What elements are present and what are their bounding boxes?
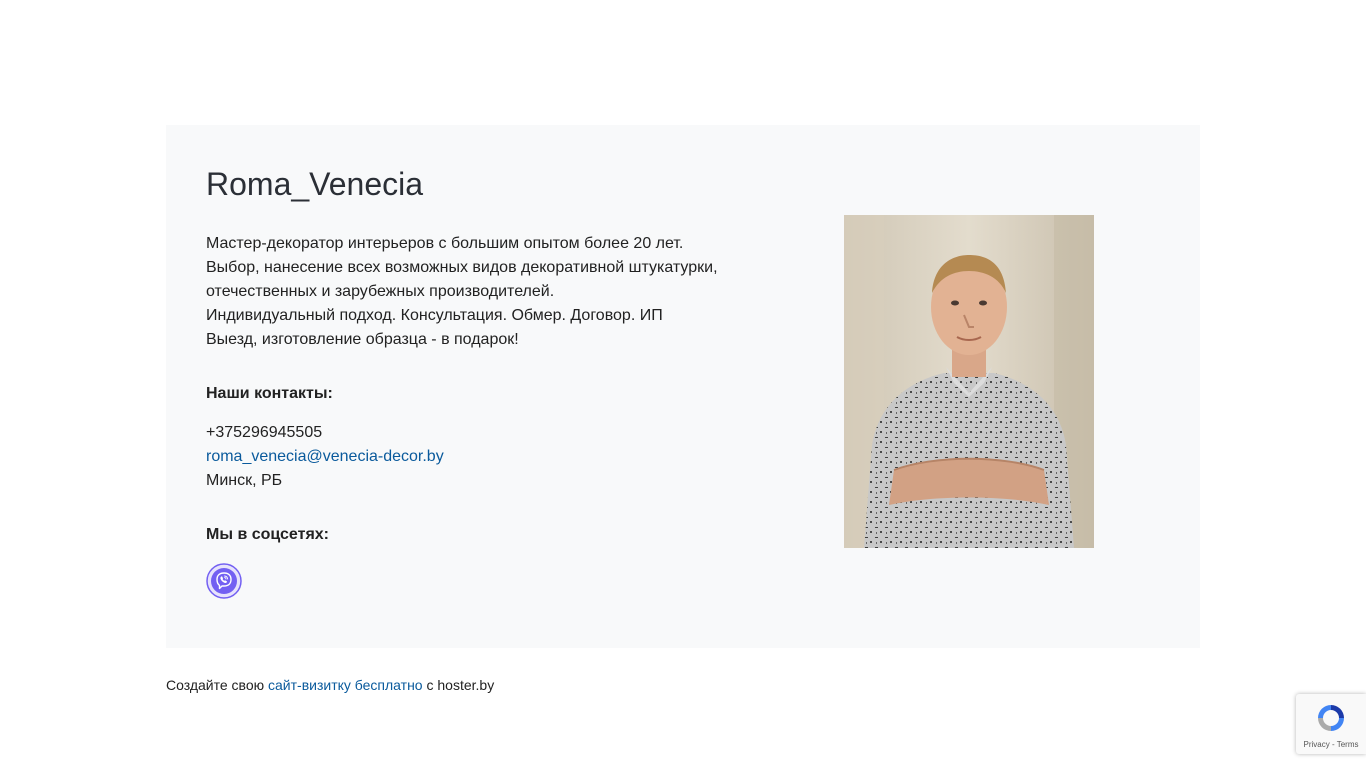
phone-number: +375296945505 bbox=[206, 424, 323, 441]
location-text: Минск, РБ bbox=[206, 472, 283, 489]
page-title: Roma_Venecia bbox=[206, 166, 424, 202]
description-line: Выбор, нанесение всех возможных видов де… bbox=[206, 259, 718, 276]
description-line: Выезд, изготовление образца - в подарок! bbox=[206, 331, 519, 348]
recaptcha-icon bbox=[1318, 705, 1344, 731]
recaptcha-badge[interactable]: Privacy - Terms bbox=[1296, 694, 1366, 754]
profile-card: Roma_Venecia Мастер-декоратор интерьеров… bbox=[166, 125, 1200, 648]
recaptcha-links[interactable]: Privacy - Terms bbox=[1296, 740, 1366, 750]
description-line: Индивидуальный подход. Консультация. Обм… bbox=[206, 307, 663, 324]
profile-photo bbox=[844, 215, 1094, 548]
footer-prefix: Создайте свою bbox=[166, 677, 265, 693]
footer-suffix: с hoster.by bbox=[426, 677, 495, 693]
email-link[interactable]: roma_venecia@venecia-decor.by bbox=[206, 448, 444, 465]
description-line: отечественных и зарубежных производителе… bbox=[206, 283, 555, 300]
footer-link[interactable]: сайт-визитку бесплатно bbox=[268, 677, 423, 693]
social-heading: Мы в соцсетях: bbox=[206, 526, 329, 543]
viber-icon bbox=[206, 563, 242, 599]
contacts-heading: Наши контакты: bbox=[206, 385, 333, 402]
footer: Создайте свою сайт-визитку бесплатно с h… bbox=[166, 676, 494, 694]
contacts-block: +375296945505 roma_venecia@venecia-decor… bbox=[206, 421, 444, 493]
profile-description: Мастер-декоратор интерьеров с большим оп… bbox=[206, 232, 766, 352]
description-line: Мастер-декоратор интерьеров с большим оп… bbox=[206, 235, 684, 252]
viber-link[interactable] bbox=[206, 563, 242, 599]
